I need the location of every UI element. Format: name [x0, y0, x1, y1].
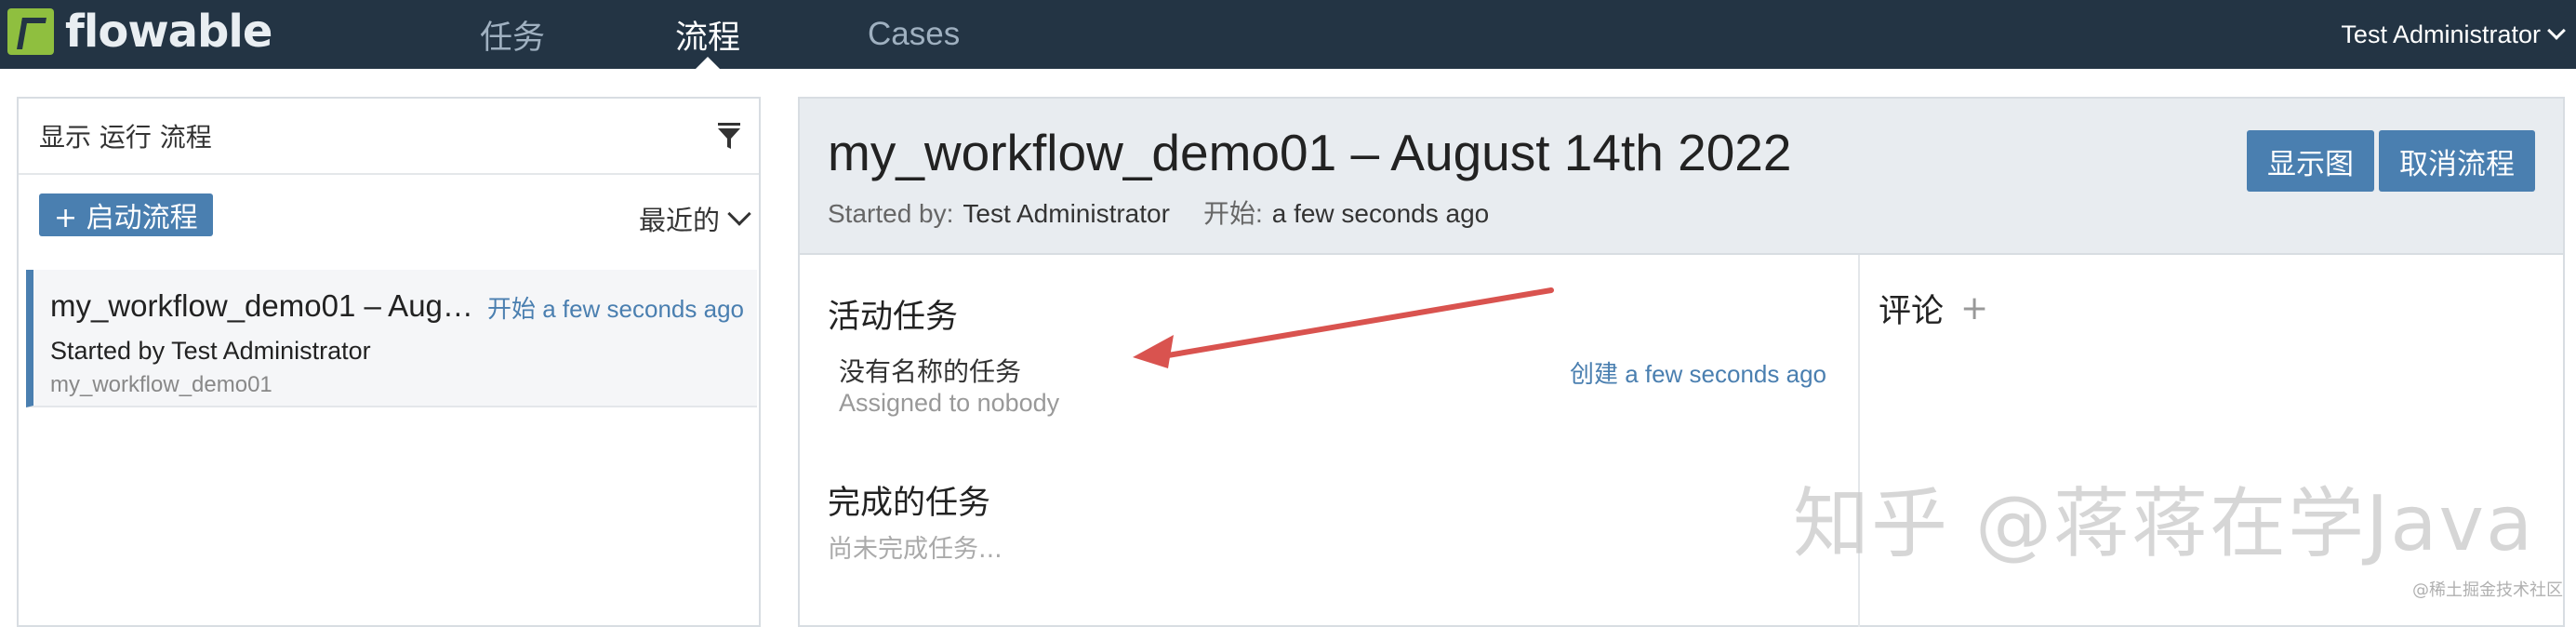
- filter-icon[interactable]: [716, 123, 742, 151]
- completed-tasks-empty: 尚未完成任务...: [828, 535, 1003, 564]
- task-created-label: 创建: [1569, 360, 1618, 388]
- process-list-actions: + 启动流程 最近的: [19, 175, 759, 268]
- flowable-logo-icon: [7, 8, 54, 55]
- start-process-button[interactable]: + 启动流程: [39, 193, 213, 236]
- user-menu[interactable]: Test Administrator: [2341, 0, 2566, 69]
- process-filter-header: 显示 运行 流程: [19, 99, 759, 175]
- show-diagram-button[interactable]: 显示图: [2247, 130, 2374, 192]
- completed-tasks-title: 完成的任务: [828, 485, 991, 522]
- top-navbar: flowable 任务 流程 Cases Test Administrator: [0, 0, 2576, 70]
- add-comment-icon[interactable]: +: [1960, 289, 1988, 327]
- nav-tasks[interactable]: 任务: [480, 0, 545, 69]
- process-detail-header: my_workflow_demo01 – August 14th 2022 St…: [800, 99, 2563, 255]
- process-meta: Started by: Test Administrator 开始: a few se…: [828, 193, 1489, 231]
- tasks-section: 活动任务 没有名称的任务 Assigned to nobody 创建 a few…: [800, 255, 1860, 627]
- credit-watermark: @稀土掘金技术社区: [2412, 580, 2563, 600]
- nav-processes[interactable]: 流程: [675, 0, 741, 70]
- process-list-panel: 显示 运行 流程 + 启动流程 最近的 my_workflow_demo01 –…: [17, 97, 761, 627]
- process-list-item[interactable]: my_workflow_demo01 – Aug… 开始 a few secon…: [26, 270, 757, 407]
- process-item-start-time: a few seconds ago: [542, 295, 744, 323]
- active-task-created: 创建 a few seconds ago: [1570, 355, 1826, 390]
- process-item-start-label: 开始: [486, 295, 536, 323]
- process-item-start: 开始 a few seconds ago: [487, 290, 744, 325]
- process-item-key: my_workflow_demo01: [50, 372, 272, 397]
- comments-section: 评论 +: [1879, 285, 1988, 332]
- task-created-time: a few seconds ago: [1625, 360, 1826, 388]
- cancel-process-button[interactable]: 取消流程: [2379, 130, 2535, 192]
- chevron-down-icon: [727, 202, 751, 226]
- active-tasks-title: 活动任务: [828, 299, 959, 336]
- sort-label: 最近的: [638, 205, 720, 236]
- start-label: 开始:: [1202, 199, 1263, 228]
- filter-label: 显示 运行 流程: [39, 122, 212, 153]
- brand-name: flowable: [65, 6, 272, 58]
- watermark: 知乎 @蒋蒋在学Java: [1793, 480, 2535, 568]
- flowable-logo[interactable]: flowable: [7, 6, 272, 58]
- process-title: my_workflow_demo01 – August 14th 2022: [828, 124, 1792, 181]
- process-item-name: my_workflow_demo01 – Aug…: [50, 288, 473, 323]
- process-item-started-by: Started by Test Administrator: [50, 337, 371, 365]
- nav-processes-label: 流程: [675, 19, 741, 57]
- active-tab-caret-icon: [695, 57, 721, 70]
- start-time-value: a few seconds ago: [1271, 199, 1490, 228]
- comments-title: 评论: [1879, 293, 1945, 330]
- active-task-name[interactable]: 没有名称的任务: [839, 352, 1021, 389]
- started-by-label: Started by:: [828, 199, 954, 228]
- user-name: Test Administrator: [2341, 20, 2541, 48]
- active-task-assignee: Assigned to nobody: [839, 389, 1060, 417]
- chevron-down-icon: [2547, 21, 2566, 40]
- sort-dropdown[interactable]: 最近的: [638, 199, 751, 238]
- started-by-value: Test Administrator: [963, 199, 1170, 228]
- nav-cases[interactable]: Cases: [868, 0, 960, 69]
